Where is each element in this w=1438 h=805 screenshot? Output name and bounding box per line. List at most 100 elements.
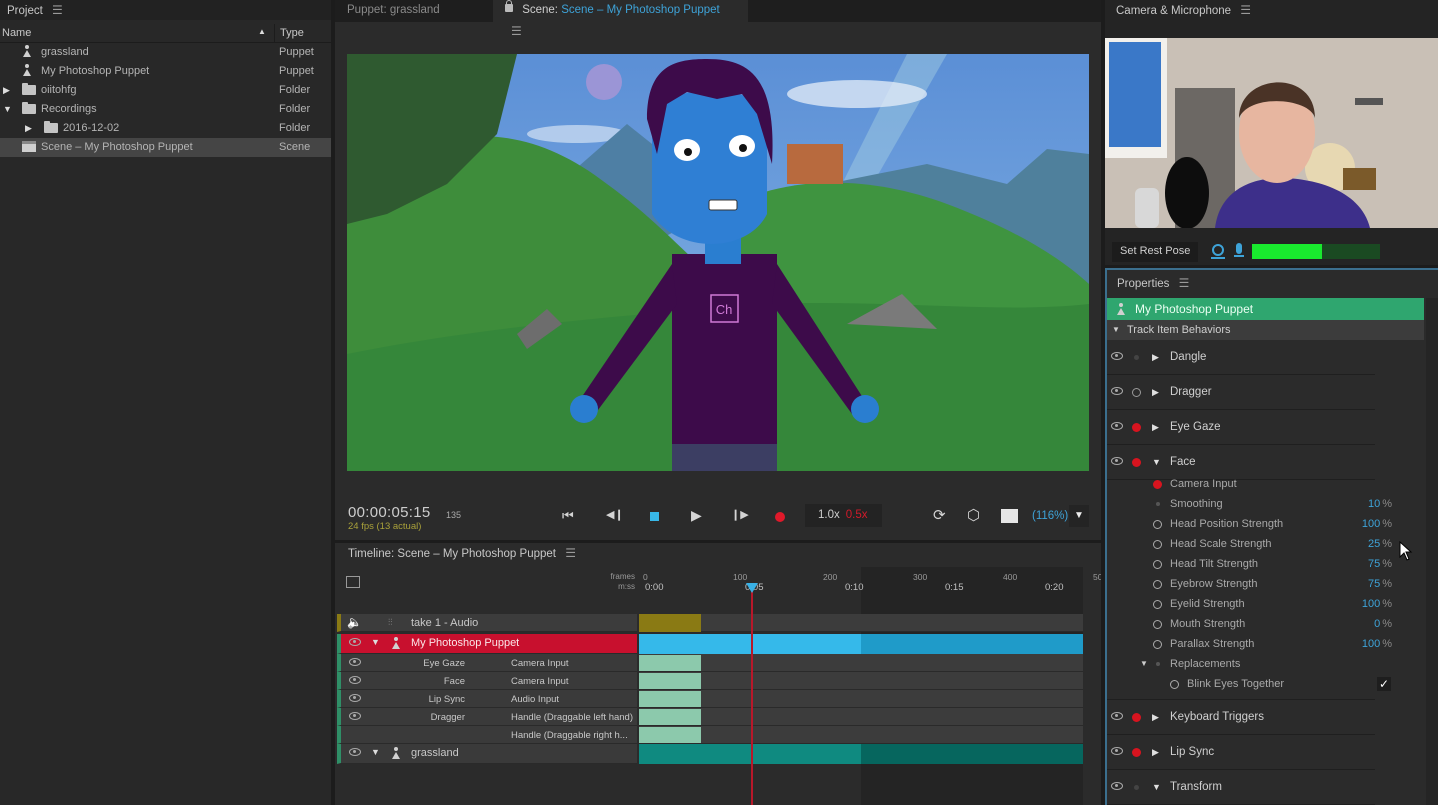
select-tool-icon[interactable] xyxy=(346,576,360,588)
arm-record-icon[interactable] xyxy=(1134,355,1139,360)
step-back-icon[interactable]: ◀❙ xyxy=(606,508,624,521)
behavior-row[interactable]: ▼ Transform xyxy=(1107,770,1375,805)
behavior-row[interactable]: ▶ Eye Gaze xyxy=(1107,410,1375,445)
face-parameter[interactable]: Eyelid Strength 100% xyxy=(1107,595,1407,615)
collapse-icon[interactable]: ▼ xyxy=(371,747,380,757)
expand-icon[interactable]: ▶ xyxy=(3,85,10,96)
microphone-toggle-icon[interactable] xyxy=(1234,243,1244,257)
track-lane[interactable] xyxy=(639,726,1083,744)
zoom-level[interactable]: (116%) xyxy=(1032,510,1068,522)
loop-icon[interactable]: ⟳ xyxy=(933,506,946,524)
parameter-value[interactable]: 100% xyxy=(1362,638,1392,650)
eye-icon[interactable] xyxy=(1111,781,1123,793)
track-lane[interactable] xyxy=(639,614,1083,632)
panel-menu-icon[interactable]: ☰ xyxy=(52,0,63,20)
panel-menu-icon[interactable]: ☰ xyxy=(565,543,576,563)
track-lane[interactable] xyxy=(639,690,1083,708)
face-parameter[interactable]: Mouth Strength 0% xyxy=(1107,615,1407,635)
behavior-take-clip[interactable] xyxy=(639,655,701,671)
panel-menu-icon[interactable]: ☰ xyxy=(1179,273,1190,293)
camera-toggle-icon[interactable] xyxy=(1211,244,1225,259)
project-item[interactable]: My Photoshop Puppet Puppet xyxy=(0,62,331,81)
parameter-arm-icon[interactable] xyxy=(1153,540,1162,549)
playhead-handle[interactable] xyxy=(746,583,758,593)
collapse-icon[interactable]: ▼ xyxy=(1140,659,1148,668)
behavior-track[interactable]: Face Camera Input xyxy=(337,672,637,690)
expand-icon[interactable]: ▶ xyxy=(25,123,32,134)
expand-icon[interactable]: ▶ xyxy=(1152,422,1159,433)
zoom-dropdown-icon[interactable]: ▼ xyxy=(1069,505,1089,527)
set-rest-pose-button[interactable]: Set Rest Pose xyxy=(1112,242,1199,262)
parameter-arm-icon[interactable] xyxy=(1153,580,1162,589)
sort-ascending-icon[interactable]: ▲ xyxy=(258,27,266,36)
parameter-arm-icon[interactable] xyxy=(1156,662,1160,666)
parameter-value[interactable]: 75% xyxy=(1368,558,1392,570)
parameter-value[interactable]: 10% xyxy=(1368,498,1392,510)
parameter-value[interactable]: 100% xyxy=(1362,598,1392,610)
track-lane[interactable] xyxy=(639,708,1083,726)
scene-stage[interactable]: Ch xyxy=(347,54,1089,471)
arm-record-icon[interactable] xyxy=(1132,388,1141,397)
eye-icon[interactable] xyxy=(1111,421,1123,433)
eye-icon[interactable] xyxy=(349,657,361,669)
expand-icon[interactable]: ▶ xyxy=(1152,387,1159,398)
eye-icon[interactable] xyxy=(1111,746,1123,758)
audio-track[interactable]: 🔈 ⫶⫶ take 1 - Audio xyxy=(337,614,637,632)
collapse-icon[interactable]: ▼ xyxy=(1152,782,1161,792)
stop-icon[interactable] xyxy=(650,512,659,521)
parameter-value[interactable]: 0% xyxy=(1374,618,1392,630)
collapse-icon[interactable]: ▼ xyxy=(3,104,12,114)
track-item-behaviors-section[interactable]: Track Item Behaviors xyxy=(1107,320,1424,340)
refresh-physics-icon[interactable]: ⬡ xyxy=(967,506,980,524)
face-parameter[interactable]: Parallax Strength 100% xyxy=(1107,635,1407,655)
behavior-take-clip[interactable] xyxy=(639,691,701,707)
face-parameter[interactable]: Head Tilt Strength 75% xyxy=(1107,555,1407,575)
panel-menu-icon[interactable]: ☰ xyxy=(1240,0,1251,20)
blink-eyes-checkbox[interactable]: ✓ xyxy=(1377,677,1391,691)
parameter-arm-icon[interactable] xyxy=(1153,600,1162,609)
column-type[interactable]: Type xyxy=(274,24,331,43)
project-item[interactable]: ▶ oiitohfg Folder xyxy=(0,81,331,100)
timecode[interactable]: 00:00:05:15 xyxy=(348,504,431,521)
behavior-row[interactable]: ▶ Lip Sync xyxy=(1107,735,1375,770)
eye-icon[interactable] xyxy=(349,747,361,759)
behavior-row[interactable]: ▶ Dragger xyxy=(1107,375,1375,410)
eye-icon[interactable] xyxy=(349,637,361,649)
eye-icon[interactable] xyxy=(1111,711,1123,723)
eye-icon[interactable] xyxy=(349,675,361,687)
behavior-track[interactable]: Handle (Draggable right h... xyxy=(337,726,637,744)
arm-record-icon[interactable] xyxy=(1132,748,1141,757)
expand-icon[interactable]: ▶ xyxy=(1152,352,1159,363)
collapse-icon[interactable]: ▼ xyxy=(1152,457,1161,467)
track-lane[interactable] xyxy=(639,672,1083,690)
properties-scrollbar[interactable] xyxy=(1426,298,1438,805)
record-icon[interactable] xyxy=(775,512,785,522)
face-parameter[interactable]: Smoothing 10% xyxy=(1107,495,1407,515)
expand-icon[interactable]: ▶ xyxy=(1152,747,1159,758)
project-item[interactable]: ▶ 2016-12-02 Folder xyxy=(0,119,331,138)
behavior-take-clip[interactable] xyxy=(639,727,701,743)
face-parameter[interactable]: Eyebrow Strength 75% xyxy=(1107,575,1407,595)
eye-icon[interactable] xyxy=(1111,386,1123,398)
arm-record-icon[interactable] xyxy=(1132,458,1141,467)
parameter-value[interactable]: 75% xyxy=(1368,578,1392,590)
puppet-clip[interactable] xyxy=(639,634,1083,654)
column-name[interactable]: Name xyxy=(2,27,31,39)
arm-record-icon[interactable] xyxy=(1132,713,1141,722)
expand-icon[interactable]: ▶ xyxy=(1152,712,1159,723)
parameter-arm-icon[interactable] xyxy=(1153,520,1162,529)
project-item[interactable]: ▼ Recordings Folder xyxy=(0,100,331,119)
blink-eyes-together[interactable]: Blink Eyes Together ✓ xyxy=(1107,675,1407,695)
behavior-row[interactable]: ▶ Keyboard Triggers xyxy=(1107,700,1375,735)
face-parameter[interactable]: Head Scale Strength 25% xyxy=(1107,535,1407,555)
eye-icon[interactable] xyxy=(349,711,361,723)
parameter-arm-icon[interactable] xyxy=(1156,502,1160,506)
arm-record-icon[interactable] xyxy=(1132,423,1141,432)
panel-menu-icon[interactable]: ☰ xyxy=(511,21,522,42)
playback-speed[interactable]: 1.0x 0.5x xyxy=(805,504,882,527)
behavior-track[interactable]: Lip Sync Audio Input xyxy=(337,690,637,708)
project-item[interactable]: grassland Puppet xyxy=(0,43,331,62)
project-item[interactable]: Scene – My Photoshop Puppet Scene xyxy=(0,138,331,157)
behavior-take-clip[interactable] xyxy=(639,673,701,689)
tab-scene[interactable]: Scene: Scene – My Photoshop Puppet ☰ xyxy=(493,0,748,38)
